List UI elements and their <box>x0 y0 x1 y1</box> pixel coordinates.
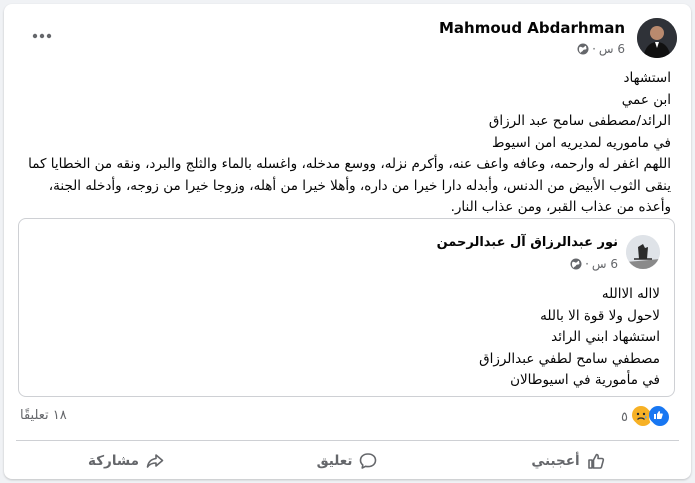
post-stats: ١٨ تعليقًا ٥ <box>4 404 691 430</box>
post-meta: 6 س · <box>577 42 625 56</box>
shared-author-name[interactable]: نور عبدالرزاق آل عبدالرحمن <box>437 235 618 250</box>
post-line: في ماموريه لمديريه امن اسيوط <box>492 134 671 151</box>
post-header: Mahmoud Abdarhman 6 س · <box>4 4 691 64</box>
post-line: الرائد/مصطفى سامح عبد الرزاق <box>488 113 671 129</box>
post-card: Mahmoud Abdarhman 6 س · استشهاد ابن عمي … <box>4 4 691 479</box>
post-line: اللهم اغفر له وارحمه، وعافه واعف عنه، وأ… <box>28 156 671 215</box>
like-button[interactable]: أعجبني <box>458 444 679 478</box>
thumbs-up-icon <box>587 453 604 469</box>
shared-time[interactable]: 6 س <box>592 257 618 271</box>
meta-separator: · <box>592 42 596 56</box>
shared-author-avatar[interactable] <box>626 235 660 269</box>
action-bar: أعجبني تعليق مشاركة <box>16 444 679 478</box>
globe-icon <box>570 258 582 270</box>
more-icon <box>32 33 52 39</box>
post-line: ابن عمي <box>621 91 671 108</box>
shared-meta: 6 س · <box>570 257 618 271</box>
shared-body: لااله الاالله لاحول ولا قوة الا بالله اس… <box>479 284 660 392</box>
comment-icon <box>360 453 377 469</box>
comment-button[interactable]: تعليق <box>237 444 458 478</box>
meta-separator: · <box>585 257 589 271</box>
globe-icon <box>577 43 589 55</box>
comment-count[interactable]: ١٨ تعليقًا <box>20 408 67 423</box>
reaction-count: ٥ <box>621 409 628 425</box>
shared-line: في مأمورية في اسيوطالان <box>510 372 660 388</box>
shared-post[interactable]: نور عبدالرزاق آل عبدالرحمن 6 س · لااله ا… <box>18 218 675 397</box>
reactions-summary[interactable]: ٥ <box>621 406 671 428</box>
reaction-icons <box>632 406 671 428</box>
more-options-button[interactable] <box>24 24 60 48</box>
like-label: أعجبني <box>531 453 580 469</box>
shared-line: لااله الاالله <box>601 286 660 302</box>
shared-line: مصطفي سامح لطفي عبدالرزاق <box>479 350 660 367</box>
like-icon <box>649 406 671 428</box>
comment-label: تعليق <box>316 453 353 469</box>
author-name[interactable]: Mahmoud Abdarhman <box>439 19 625 37</box>
post-line: استشهاد <box>623 70 671 86</box>
share-icon <box>146 454 164 468</box>
author-avatar[interactable] <box>637 18 677 58</box>
post-body: استشهاد ابن عمي الرائد/مصطفى سامح عبد ال… <box>16 68 671 219</box>
share-label: مشاركة <box>88 453 139 469</box>
divider <box>16 440 679 441</box>
post-time[interactable]: 6 س <box>599 42 625 56</box>
share-button[interactable]: مشاركة <box>16 444 237 478</box>
shared-line: لاحول ولا قوة الا بالله <box>540 307 660 324</box>
shared-line: استشهاد ابني الرائد <box>551 329 660 345</box>
